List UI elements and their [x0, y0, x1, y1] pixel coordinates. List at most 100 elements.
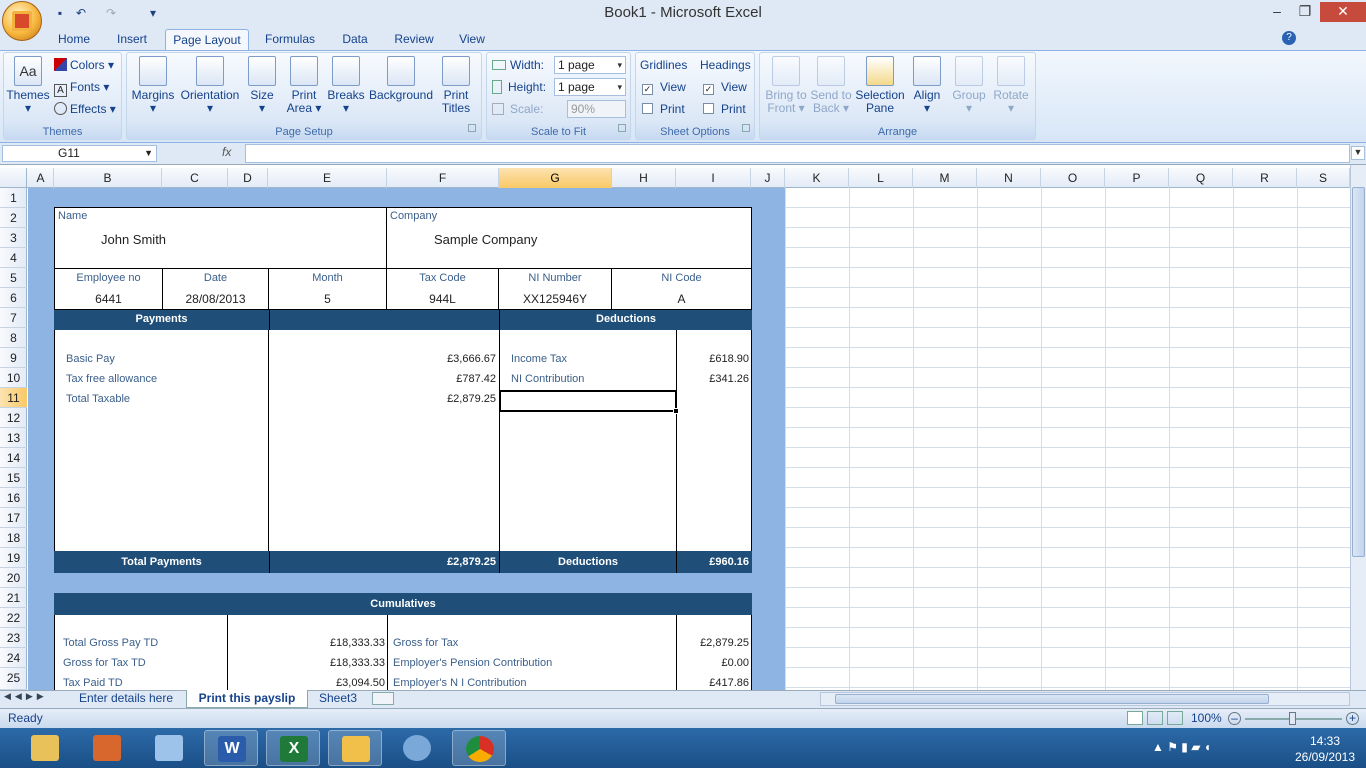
horizontal-scroll-thumb[interactable]: [835, 694, 1269, 704]
taskbar-excel-icon[interactable]: X: [266, 730, 320, 766]
row-header[interactable]: 10: [0, 368, 27, 388]
tab-insert[interactable]: Insert: [108, 29, 156, 51]
system-tray-icons[interactable]: ▲ ⚑ ▮ ▰ ◖: [1152, 740, 1272, 756]
tab-data[interactable]: Data: [333, 29, 377, 51]
send-to-back-button[interactable]: Send to Back ▾: [808, 56, 854, 115]
employee-no-cell[interactable]: Employee no 6441: [54, 268, 163, 310]
orientation-button[interactable]: Orientation ▾: [179, 56, 241, 115]
sheet-tab-enter-details[interactable]: Enter details here: [68, 690, 184, 708]
taskbar-chrome-icon[interactable]: [452, 730, 506, 766]
size-button[interactable]: Size ▾: [246, 56, 278, 115]
column-header[interactable]: P: [1105, 168, 1169, 188]
tab-review[interactable]: Review: [388, 29, 440, 51]
taskbar-paint-icon[interactable]: [390, 730, 444, 766]
page-setup-launcher-icon[interactable]: [468, 124, 476, 132]
sheet-options-launcher-icon[interactable]: [742, 124, 750, 132]
effects-button[interactable]: Effects ▾: [54, 101, 116, 117]
ni-number-cell[interactable]: NI Number XX125946Y: [498, 268, 612, 310]
group-button[interactable]: Group ▾: [950, 56, 988, 115]
row-header[interactable]: 21: [0, 588, 27, 608]
column-header[interactable]: K: [785, 168, 849, 188]
name-box-cell[interactable]: Name John Smith: [54, 207, 387, 269]
row-header[interactable]: 2: [0, 208, 27, 228]
tab-page-layout[interactable]: Page Layout: [165, 29, 249, 51]
column-header[interactable]: C: [162, 168, 228, 188]
row-header[interactable]: 8: [0, 328, 27, 348]
row-header[interactable]: 5: [0, 268, 27, 288]
taskbar-word-icon[interactable]: W: [204, 730, 258, 766]
sheet-nav-arrows[interactable]: ◀◀▶▶: [4, 691, 64, 705]
align-button[interactable]: Align ▾: [908, 56, 946, 115]
formula-input[interactable]: [245, 144, 1350, 163]
row-header[interactable]: 15: [0, 468, 27, 488]
taskbar-app-icon[interactable]: [80, 730, 134, 766]
row-header[interactable]: 1: [0, 188, 27, 208]
background-button[interactable]: Background: [368, 56, 434, 102]
print-area-button[interactable]: Print Area ▾: [285, 56, 323, 115]
ni-code-cell[interactable]: NI Code A: [611, 268, 752, 310]
select-all-button[interactable]: [0, 168, 27, 188]
column-header[interactable]: D: [228, 168, 268, 188]
office-button[interactable]: [2, 1, 42, 41]
help-icon[interactable]: ?: [1282, 31, 1296, 45]
column-header[interactable]: M: [913, 168, 977, 188]
row-header[interactable]: 9: [0, 348, 27, 368]
headings-view-checkbox[interactable]: ✓ View: [703, 79, 747, 95]
print-titles-button[interactable]: Print Titles: [437, 56, 475, 115]
column-header[interactable]: B: [54, 168, 162, 188]
month-cell[interactable]: Month 5: [268, 268, 387, 310]
fill-handle[interactable]: [673, 408, 679, 414]
company-box-cell[interactable]: Company Sample Company: [386, 207, 752, 269]
column-header[interactable]: G: [499, 168, 612, 188]
zoom-slider-handle[interactable]: [1289, 712, 1296, 725]
vertical-scrollbar[interactable]: [1350, 165, 1366, 690]
scale-launcher-icon[interactable]: [618, 124, 626, 132]
row-header[interactable]: 11: [0, 388, 27, 408]
column-header[interactable]: O: [1041, 168, 1105, 188]
row-header[interactable]: 23: [0, 628, 27, 648]
selection-pane-button[interactable]: Selection Pane: [854, 56, 906, 115]
tax-code-cell[interactable]: Tax Code 944L: [386, 268, 499, 310]
fonts-button[interactable]: A Fonts ▾: [54, 79, 109, 97]
page-break-view-icon[interactable]: [1167, 711, 1183, 725]
zoom-out-icon[interactable]: –: [1228, 712, 1241, 725]
name-box[interactable]: G11 ▼: [2, 145, 157, 162]
column-header[interactable]: L: [849, 168, 913, 188]
taskbar-outlook-icon[interactable]: [328, 730, 382, 766]
column-header[interactable]: E: [268, 168, 387, 188]
row-header[interactable]: 6: [0, 288, 27, 308]
row-header[interactable]: 17: [0, 508, 27, 528]
zoom-in-icon[interactable]: +: [1346, 712, 1359, 725]
page-layout-view-icon[interactable]: [1147, 711, 1163, 725]
row-header[interactable]: 24: [0, 648, 27, 668]
sheet-tab-print-payslip[interactable]: Print this payslip: [186, 690, 308, 708]
column-header[interactable]: Q: [1169, 168, 1233, 188]
row-header[interactable]: 19: [0, 548, 27, 568]
row-header[interactable]: 3: [0, 228, 27, 248]
tab-formulas[interactable]: Formulas: [258, 29, 322, 51]
row-header[interactable]: 20: [0, 568, 27, 588]
row-header[interactable]: 16: [0, 488, 27, 508]
column-header[interactable]: N: [977, 168, 1041, 188]
themes-button[interactable]: Aa Themes ▾: [6, 56, 50, 115]
empty-grid[interactable]: [785, 188, 1350, 690]
height-dropdown[interactable]: 1 page ▾: [554, 78, 626, 96]
column-header[interactable]: J: [751, 168, 785, 188]
column-header[interactable]: R: [1233, 168, 1297, 188]
gridlines-view-checkbox[interactable]: ✓ View: [642, 79, 686, 95]
minimize-button[interactable]: –: [1262, 2, 1292, 22]
close-button[interactable]: ✕: [1320, 2, 1366, 22]
taskbar-file-explorer-icon[interactable]: [18, 730, 72, 766]
column-header[interactable]: I: [676, 168, 751, 188]
scale-spinner[interactable]: 90%: [567, 100, 626, 118]
taskbar-notes-icon[interactable]: [142, 730, 196, 766]
restore-button[interactable]: ❐: [1290, 2, 1320, 22]
row-header[interactable]: 13: [0, 428, 27, 448]
expand-formula-bar-icon[interactable]: ▼: [1351, 146, 1365, 160]
row-header[interactable]: 18: [0, 528, 27, 548]
colors-button[interactable]: Colors ▾: [54, 57, 114, 73]
selected-cell-g11[interactable]: [499, 390, 677, 412]
column-header[interactable]: A: [28, 168, 54, 188]
width-dropdown[interactable]: 1 page ▾: [554, 56, 626, 74]
normal-view-icon[interactable]: [1127, 711, 1143, 725]
